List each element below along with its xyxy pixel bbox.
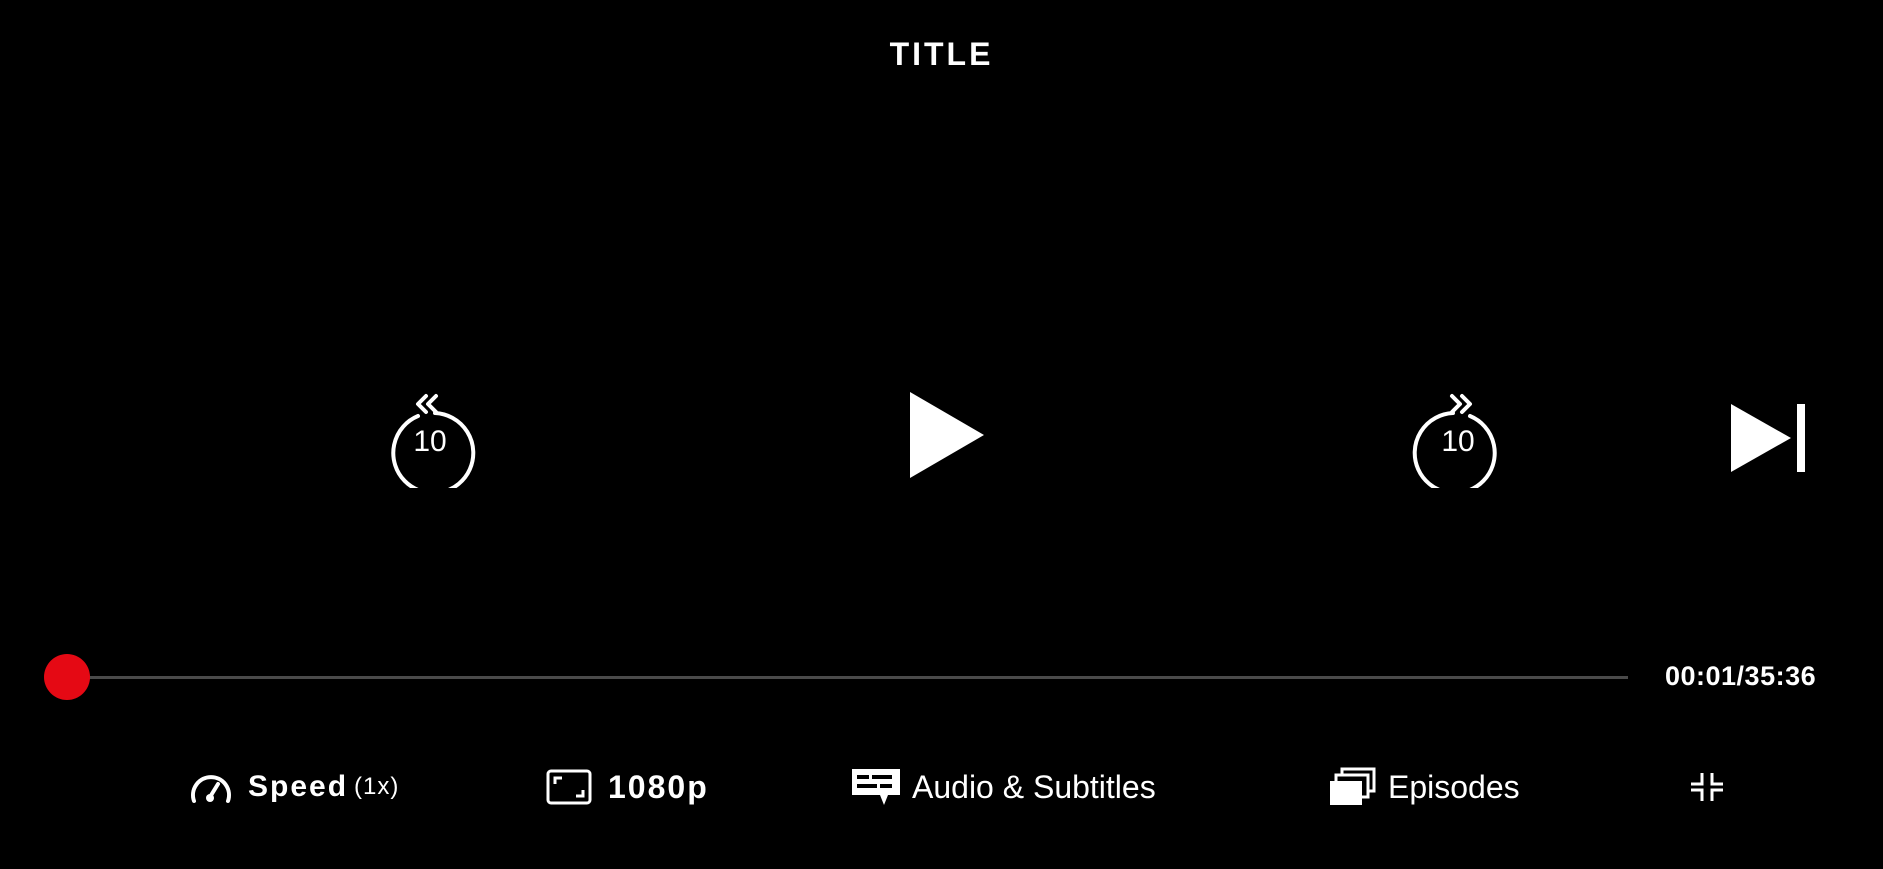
quality-label: 1080p — [608, 768, 709, 805]
episodes-label: Episodes — [1388, 768, 1520, 805]
speed-button[interactable]: Speed (1x) — [188, 762, 399, 812]
episodes-stack-icon — [1328, 767, 1376, 807]
rewind-seconds-label: 10 — [413, 425, 446, 458]
exit-fullscreen-icon — [1689, 771, 1725, 803]
aspect-ratio-icon — [546, 769, 592, 805]
audio-subtitles-button[interactable]: Audio & Subtitles — [852, 762, 1156, 812]
speedometer-icon — [188, 767, 234, 807]
rewind-10-icon: 10 — [391, 394, 476, 488]
play-icon — [910, 392, 984, 478]
quality-button[interactable]: 1080p — [546, 762, 709, 812]
forward-10-icon: 10 — [1412, 394, 1497, 488]
episodes-button[interactable]: Episodes — [1328, 762, 1520, 812]
next-episode-button[interactable] — [1723, 398, 1815, 478]
audio-subtitles-label: Audio & Subtitles — [912, 768, 1156, 805]
next-episode-icon — [1731, 404, 1805, 472]
progress-scrubber-handle[interactable] — [43, 654, 90, 700]
speed-label: Speed — [248, 770, 349, 803]
subtitles-icon — [852, 767, 900, 807]
rewind-10-button[interactable]: 10 — [380, 383, 480, 488]
forward-10-button[interactable]: 10 — [1408, 383, 1508, 488]
time-display: 00:01/35:36 — [1665, 661, 1817, 691]
speed-value: (1x) — [354, 773, 400, 800]
forward-seconds-label: 10 — [1441, 425, 1474, 458]
play-button[interactable] — [898, 388, 998, 482]
video-title: TITLE — [889, 36, 994, 72]
progress-track[interactable] — [66, 676, 1628, 679]
exit-fullscreen-button[interactable] — [1689, 762, 1725, 812]
